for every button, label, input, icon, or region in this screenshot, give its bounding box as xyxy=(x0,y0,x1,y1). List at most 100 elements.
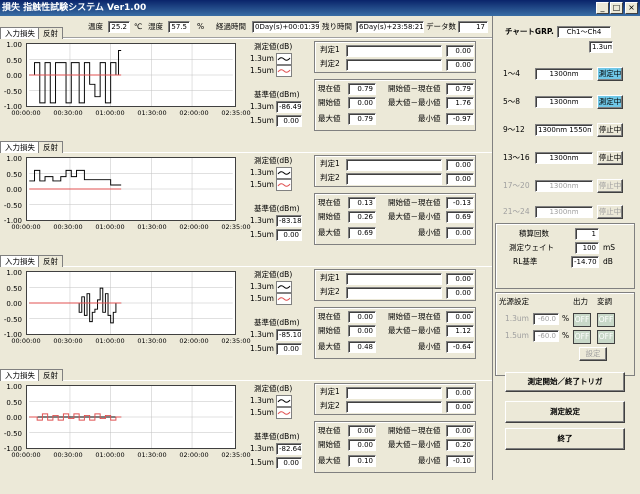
ref15-label: 1.5um xyxy=(250,230,274,239)
group-wavelength-input[interactable]: 1300nm xyxy=(535,68,593,80)
ls15-output-toggle[interactable]: OFF xyxy=(573,330,591,344)
group-label: 21～24 xyxy=(503,207,530,216)
x-tick-label: 01:30:00 xyxy=(137,337,167,345)
tab-reflection[interactable]: 反射 xyxy=(38,141,63,153)
judge1-value: 0.00 xyxy=(446,45,474,57)
tab-reflection[interactable]: 反射 xyxy=(38,369,63,381)
group-label: 1～4 xyxy=(503,69,521,78)
group-state-button[interactable]: 測定中 xyxy=(597,67,623,81)
current-value: 0.00 xyxy=(348,425,376,437)
trigger-button[interactable]: 測定開始／終了トリガ xyxy=(505,372,625,392)
judge1-bar xyxy=(346,387,442,399)
integ-input[interactable]: 1 xyxy=(575,228,599,240)
x-tick-label: 00:30:00 xyxy=(53,337,83,345)
close-button[interactable]: × xyxy=(625,2,638,14)
chart-grp-select[interactable]: Ch1～Ch4 xyxy=(557,26,611,38)
ls15-mod-toggle[interactable]: OFF xyxy=(597,330,615,344)
judge1-value: 0.00 xyxy=(446,387,474,399)
wait-input[interactable]: 100 xyxy=(575,242,599,254)
group-state-button[interactable]: 停止中 xyxy=(597,123,623,137)
legend-13-label: 1.3um xyxy=(250,168,274,177)
group-wavelength-input[interactable]: 1300nm xyxy=(535,96,593,108)
max-value: 0.79 xyxy=(348,113,376,125)
ls15-input[interactable]: -60.0 xyxy=(533,330,559,342)
min-label: 最小値 xyxy=(418,114,441,123)
legend-13-swatch xyxy=(276,167,292,179)
min-label: 最小値 xyxy=(418,342,441,351)
y-tick-label: 1.00 xyxy=(6,269,22,277)
max-label: 最大値 xyxy=(318,114,341,123)
ref15-value: 0.00 xyxy=(276,115,302,127)
judge1-bar xyxy=(346,273,442,285)
current-label: 現在値 xyxy=(318,198,341,207)
tab-insertion-loss[interactable]: 入力損失 xyxy=(0,369,40,381)
tab-insertion-loss[interactable]: 入力損失 xyxy=(0,27,40,39)
group-label: 9～12 xyxy=(503,125,525,134)
min-value: -0.10 xyxy=(446,455,474,467)
judge2-label: 判定2 xyxy=(320,173,340,182)
data-count-value: 17 xyxy=(458,21,488,33)
channel-chart xyxy=(26,157,236,221)
current-value: 0.00 xyxy=(348,311,376,323)
group-state-button[interactable]: 停止中 xyxy=(597,179,623,193)
rl-input[interactable]: -14.70 xyxy=(571,256,599,268)
legend-15-label: 1.5um xyxy=(250,66,274,75)
legend-13-swatch xyxy=(276,53,292,65)
ref13-label: 1.3um xyxy=(250,444,274,453)
x-tick-label: 01:00:00 xyxy=(95,109,125,117)
judge2-value: 0.00 xyxy=(446,401,474,413)
judge1-value: 0.00 xyxy=(446,159,474,171)
tab-reflection[interactable]: 反射 xyxy=(38,255,63,267)
legend-13-swatch xyxy=(276,281,292,293)
group-wavelength-input[interactable]: 1300nm xyxy=(535,180,593,192)
title-bar: 損失 指触性試験システム Ver1.00 xyxy=(0,0,640,16)
measure-settings-button[interactable]: 測定設定 xyxy=(505,401,625,423)
start-minus-current-label: 開始値－現在値 xyxy=(388,198,441,207)
tab-insertion-loss[interactable]: 入力損失 xyxy=(0,141,40,153)
ls15-pct: % xyxy=(562,331,570,340)
minimize-button[interactable]: _ xyxy=(596,2,609,14)
group-state-button[interactable]: 停止中 xyxy=(597,205,623,219)
y-tick-label: 0.00 xyxy=(6,186,22,194)
ref15-label: 1.5um xyxy=(250,344,274,353)
start-label: 開始値 xyxy=(318,326,341,335)
start-minus-current-label: 開始値－現在値 xyxy=(388,312,441,321)
judge2-label: 判定2 xyxy=(320,401,340,410)
measure-label: 測定値(dB) xyxy=(254,384,293,393)
measure-label: 測定値(dB) xyxy=(254,42,293,51)
start-minus-current-label: 開始値－現在値 xyxy=(388,426,441,435)
group-wavelength-input[interactable]: 1300nm xyxy=(535,152,593,164)
tab-reflection[interactable]: 反射 xyxy=(38,27,63,39)
ls13-output-toggle[interactable]: OFF xyxy=(573,313,591,327)
legend-13-swatch xyxy=(276,395,292,407)
x-tick-label: 00:30:00 xyxy=(53,223,83,231)
ref15-label: 1.5um xyxy=(250,458,274,467)
group-wavelength-input[interactable]: 1300nm 1550nm xyxy=(535,124,593,136)
start-minus-current-value: 0.00 xyxy=(446,425,474,437)
group-state-button[interactable]: 停止中 xyxy=(597,151,623,165)
ref15-value: 0.00 xyxy=(276,229,302,241)
start-label: 開始値 xyxy=(318,212,341,221)
judge2-label: 判定2 xyxy=(320,287,340,296)
exit-button[interactable]: 終了 xyxy=(505,428,625,450)
min-value: -0.64 xyxy=(446,341,474,353)
legend-15-label: 1.5um xyxy=(250,408,274,417)
maximize-button[interactable]: □ xyxy=(610,2,623,14)
light-set-button[interactable]: 設定 xyxy=(579,347,607,361)
rl-label: RL基準 xyxy=(513,257,538,266)
group-wavelength-input[interactable]: 1300nm xyxy=(535,206,593,218)
measure-label: 測定値(dB) xyxy=(254,156,293,165)
judge2-bar xyxy=(346,401,442,413)
group-state-button[interactable]: 測定中 xyxy=(597,95,623,109)
channel-panel: 入力損失 反射 1.00 0.50 0.00 -0.50 -1.00 00:00:00 0… xyxy=(0,27,492,152)
start-minus-current-value: 0.79 xyxy=(446,83,474,95)
ls13-mod-toggle[interactable]: OFF xyxy=(597,313,615,327)
legend-15-swatch xyxy=(276,293,292,305)
output-label: 出力 xyxy=(573,297,588,306)
tab-insertion-loss[interactable]: 入力損失 xyxy=(0,255,40,267)
start-label: 開始値 xyxy=(318,440,341,449)
judge1-label: 判定1 xyxy=(320,387,340,396)
channel-panel: 入力損失 反射 1.00 0.50 0.00 -0.50 -1.00 00:00:00 0… xyxy=(0,141,492,266)
ls13-input[interactable]: -60.0 xyxy=(533,313,559,325)
x-tick-label: 00:00:00 xyxy=(11,109,41,117)
